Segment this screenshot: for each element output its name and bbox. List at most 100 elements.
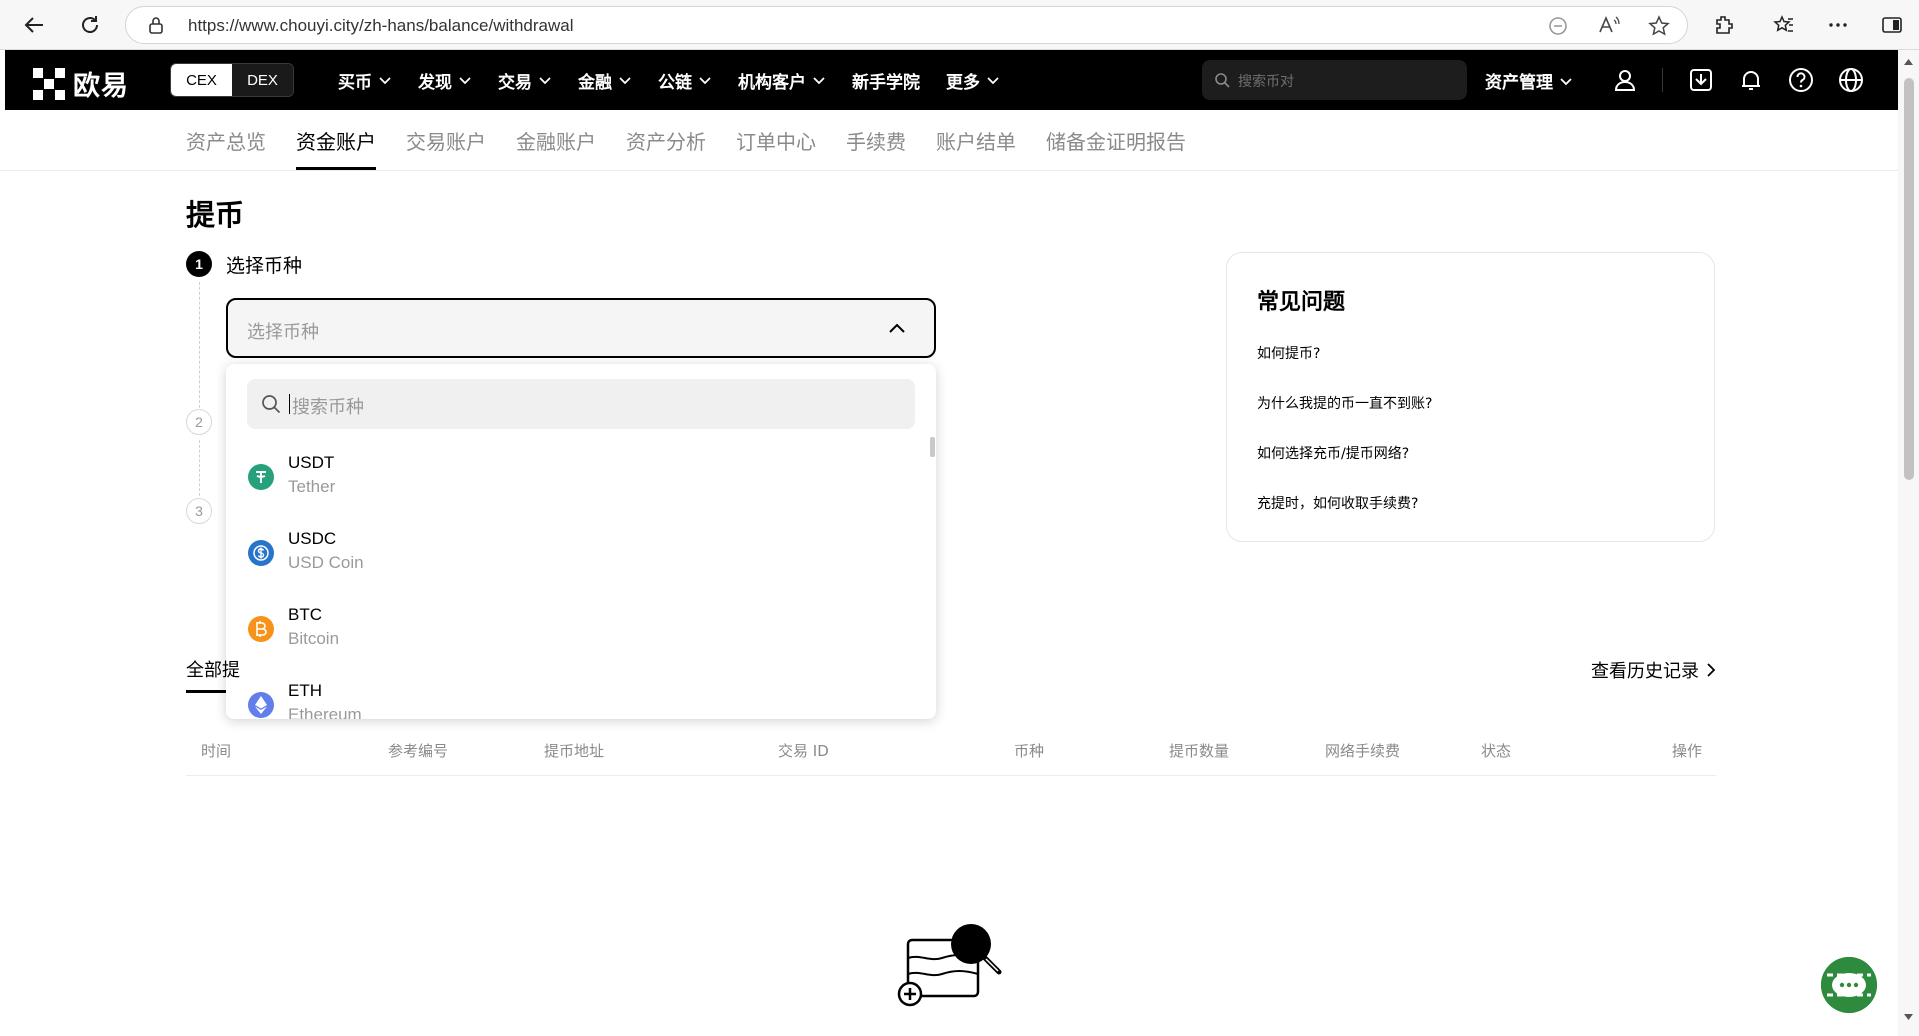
asset-management-menu[interactable]: 资产管理 [1485,68,1573,93]
browser-sync-icon[interactable] [1548,16,1568,36]
scroll-up-arrow-icon[interactable] [1903,58,1914,66]
asset-management-label: 资产管理 [1485,73,1553,93]
globe-icon[interactable] [1835,64,1867,96]
chevron-right-icon [1707,663,1716,677]
btc-icon [248,616,274,642]
coin-search-placeholder: 搜索币种 [292,397,364,418]
tab-order-center[interactable]: 订单中心 [736,126,816,155]
menu-label: 买币 [338,72,372,93]
cex-tab[interactable]: CEX [171,64,232,96]
records-table-header: 时间 参考编号 提币地址 交易 ID 币种 提币数量 网络手续费 状态 操作 [186,730,1716,776]
favorites-icon[interactable] [1768,9,1800,41]
faq-question-link[interactable]: 如何提币? [1257,343,1320,363]
menu-discover[interactable]: 发现 [418,68,472,93]
menu-buy-crypto[interactable]: 买币 [338,68,392,93]
tab-fees[interactable]: 手续费 [846,126,906,155]
tab-all-withdrawals[interactable]: 全部提 [186,656,240,682]
favorite-star-icon[interactable] [1648,15,1670,37]
scrollbar-thumb[interactable] [1904,78,1914,480]
step-1-label: 选择币种 [226,255,303,277]
bell-icon[interactable] [1735,64,1767,96]
text-cursor [289,394,290,414]
tab-statements[interactable]: 账户结单 [936,126,1016,155]
tab-funding-account[interactable]: 资金账户 [296,126,376,155]
empty-state-illustration [896,918,1008,1010]
menu-more[interactable]: 更多 [946,68,1000,93]
menu-institutional[interactable]: 机构客户 [738,68,826,93]
chevron-down-icon [813,77,825,85]
lock-icon[interactable] [148,16,164,34]
coin-option-eth[interactable]: ETH Ethereum [248,678,888,719]
main-menu: 买币 发现 交易 金融 公链 机构客户 新手学院 更多 [338,50,1026,110]
url-text: https://www.chouyi.city/zh-hans/balance/… [188,16,574,35]
coin-select[interactable]: 选择币种 [226,298,936,358]
col-txid: 交易 ID [778,742,829,760]
faq-question-link[interactable]: 为什么我提的币一直不到账? [1257,393,1432,413]
coin-option-btc[interactable]: BTC Bitcoin [248,602,888,662]
site-header: 欧易 CEX DEX 买币 发现 交易 金融 公链 机构客户 新手学院 更多 搜… [5,50,1898,110]
menu-label: 公链 [658,72,692,93]
pair-search-placeholder: 搜索币对 [1238,74,1294,90]
search-icon [1215,73,1230,88]
faq-question-link[interactable]: 如何选择充币/提币网络? [1257,443,1409,463]
more-options-icon[interactable] [1822,9,1854,41]
chevron-down-icon [539,77,551,85]
faq-question-link[interactable]: 充提时，如何收取手续费? [1257,493,1418,513]
coin-option-usdc[interactable]: USDC USD Coin [248,526,888,586]
step-1-badge: 1 [186,251,212,277]
page-title: 提币 [186,198,245,232]
coin-symbol: BTC [288,605,322,624]
tab-proof-of-reserves[interactable]: 储备金证明报告 [1046,126,1186,155]
scroll-down-arrow-icon[interactable] [1903,1013,1914,1021]
okx-logo[interactable]: 欧易 [33,64,129,103]
col-network-fee: 网络手续费 [1325,742,1401,760]
user-icon[interactable] [1609,64,1641,96]
read-aloud-icon[interactable] [1598,15,1620,35]
asset-subnav: 资产总览 资金账户 交易账户 金融账户 资产分析 订单中心 手续费 账户结单 储… [0,110,1898,171]
tab-asset-analysis[interactable]: 资产分析 [626,126,706,155]
menu-chain[interactable]: 公链 [658,68,712,93]
back-icon[interactable] [18,9,50,41]
sidebar-toggle-icon[interactable] [1876,9,1908,41]
view-history-label: 查看历史记录 [1591,661,1699,682]
extensions-icon[interactable] [1708,9,1740,41]
menu-finance[interactable]: 金融 [578,68,632,93]
coin-name: Ethereum [288,705,362,719]
menu-label: 交易 [498,72,532,93]
browser-toolbar: https://www.chouyi.city/zh-hans/balance/… [0,0,1919,50]
cex-dex-switch[interactable]: CEX DEX [170,63,294,97]
coin-name: Tether [288,477,336,496]
active-tab-indicator [296,167,376,170]
col-status: 状态 [1481,742,1512,760]
faq-title: 常见问题 [1257,290,1346,315]
step-connector [199,440,200,496]
chevron-down-icon [379,77,391,85]
dropdown-scrollbar[interactable] [930,437,935,457]
coin-name: USD Coin [288,553,364,572]
col-time: 时间 [201,742,232,760]
help-icon[interactable] [1785,64,1817,96]
coin-select-placeholder: 选择币种 [247,322,319,343]
coin-search-input[interactable]: 搜索币种 [247,379,915,429]
tab-finance-account[interactable]: 金融账户 [516,126,596,155]
header-divider [1662,68,1663,92]
dex-tab[interactable]: DEX [232,64,293,96]
support-chat-button[interactable] [1821,957,1877,1013]
coin-symbol: USDT [288,453,335,472]
view-history-link[interactable]: 查看历史记录 [1591,657,1717,683]
menu-trade[interactable]: 交易 [498,68,552,93]
coin-option-usdt[interactable]: USDT Tether [248,450,888,510]
page-scrollbar[interactable] [1898,50,1919,1036]
menu-label: 金融 [578,72,612,93]
coin-dropdown: 搜索币种 USDT Tether USDC USD Coin BTC Bitco… [226,364,936,719]
chevron-down-icon [699,77,711,85]
tab-asset-overview[interactable]: 资产总览 [186,126,266,155]
download-icon[interactable] [1685,64,1717,96]
menu-academy[interactable]: 新手学院 [852,68,920,93]
chevron-down-icon [459,77,471,85]
faq-panel: 常见问题 如何提币? 为什么我提的币一直不到账? 如何选择充币/提币网络? 充提… [1226,252,1715,542]
refresh-icon[interactable] [74,9,106,41]
address-bar[interactable]: https://www.chouyi.city/zh-hans/balance/… [125,6,1688,44]
tab-trading-account[interactable]: 交易账户 [406,126,486,155]
pair-search-input[interactable]: 搜索币对 [1202,60,1467,100]
